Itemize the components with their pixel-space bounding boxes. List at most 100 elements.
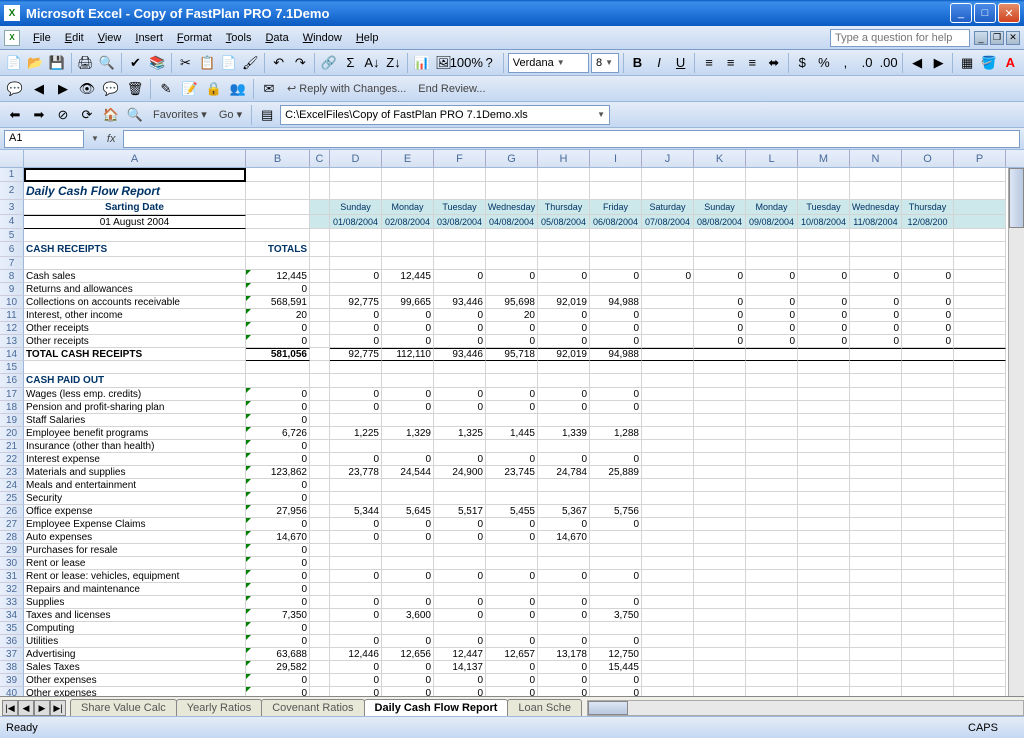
cell[interactable]: 1,445 <box>486 427 538 440</box>
cell[interactable] <box>746 648 798 661</box>
cell[interactable]: Sunday <box>330 200 382 215</box>
cell[interactable] <box>590 283 642 296</box>
chart-wizard-button[interactable]: 📊 <box>412 52 432 74</box>
cell[interactable]: 0 <box>330 635 382 648</box>
cell[interactable]: Sarting Date <box>24 200 246 215</box>
cell[interactable] <box>850 348 902 361</box>
cell[interactable] <box>798 518 850 531</box>
cell[interactable] <box>954 453 1006 466</box>
cell[interactable] <box>310 596 330 609</box>
cell[interactable] <box>642 229 694 242</box>
cell[interactable] <box>590 182 642 200</box>
cell[interactable] <box>382 583 434 596</box>
cell[interactable] <box>850 427 902 440</box>
cell[interactable] <box>746 479 798 492</box>
row-header[interactable]: 4 <box>0 215 24 229</box>
favorites-menu[interactable]: Favorites ▾ <box>148 108 212 121</box>
cell[interactable] <box>746 388 798 401</box>
cell[interactable]: Taxes and licenses <box>24 609 246 622</box>
mdi-close-button[interactable]: ✕ <box>1006 31 1020 45</box>
cell[interactable] <box>246 257 310 270</box>
cell[interactable]: 0 <box>246 583 310 596</box>
cell[interactable] <box>746 427 798 440</box>
cell[interactable] <box>954 518 1006 531</box>
cell[interactable]: 0 <box>694 335 746 348</box>
cell[interactable]: 0 <box>330 309 382 322</box>
cell[interactable]: 13,178 <box>538 648 590 661</box>
cell[interactable]: 95,698 <box>486 296 538 309</box>
cell[interactable] <box>382 257 434 270</box>
cell[interactable]: 12,657 <box>486 648 538 661</box>
go-menu[interactable]: Go ▾ <box>214 108 247 121</box>
cell[interactable] <box>590 229 642 242</box>
cell[interactable]: 0 <box>590 570 642 583</box>
cell[interactable]: 1,325 <box>434 427 486 440</box>
cell[interactable] <box>746 453 798 466</box>
row-header[interactable]: 40 <box>0 687 24 696</box>
end-review-button[interactable]: End Review... <box>413 83 490 95</box>
cell[interactable]: 0 <box>902 335 954 348</box>
cell[interactable]: Collections on accounts receivable <box>24 296 246 309</box>
cell[interactable] <box>746 687 798 696</box>
cell[interactable] <box>850 182 902 200</box>
cell[interactable] <box>954 596 1006 609</box>
cell[interactable] <box>798 635 850 648</box>
cell[interactable]: 0 <box>246 401 310 414</box>
cell[interactable] <box>330 557 382 570</box>
cell[interactable] <box>798 229 850 242</box>
cell[interactable] <box>902 583 954 596</box>
show-web-toolbar-button[interactable]: ▤ <box>256 104 278 126</box>
cell[interactable] <box>850 257 902 270</box>
undo-button[interactable]: ↶ <box>269 52 289 74</box>
cell[interactable]: 0 <box>590 401 642 414</box>
next-comment-button[interactable]: ▶ <box>52 78 74 100</box>
cell[interactable]: 0 <box>590 335 642 348</box>
cell[interactable] <box>642 466 694 479</box>
row-header[interactable]: 30 <box>0 557 24 570</box>
cell[interactable]: 0 <box>590 309 642 322</box>
cell[interactable] <box>850 440 902 453</box>
cell[interactable]: 27,956 <box>246 505 310 518</box>
cell[interactable]: Employee Expense Claims <box>24 518 246 531</box>
cell[interactable]: 04/08/2004 <box>486 215 538 229</box>
cell[interactable]: 24,544 <box>382 466 434 479</box>
refresh-button[interactable]: ⟳ <box>76 104 98 126</box>
row-header[interactable]: 24 <box>0 479 24 492</box>
menu-file[interactable]: File <box>26 30 58 46</box>
cell[interactable] <box>850 596 902 609</box>
cell[interactable]: 0 <box>246 388 310 401</box>
cell[interactable] <box>746 635 798 648</box>
cell[interactable]: 0 <box>434 635 486 648</box>
cell[interactable]: 0 <box>330 388 382 401</box>
cell[interactable] <box>642 309 694 322</box>
cell[interactable]: 0 <box>382 531 434 544</box>
track-changes-button[interactable]: 📝 <box>179 78 201 100</box>
redo-button[interactable]: ↷ <box>291 52 311 74</box>
cell[interactable]: 1,288 <box>590 427 642 440</box>
cell[interactable] <box>798 492 850 505</box>
cell[interactable] <box>538 374 590 388</box>
cell[interactable] <box>694 414 746 427</box>
new-comment-button[interactable]: 💬 <box>4 78 26 100</box>
cell[interactable] <box>310 479 330 492</box>
cell[interactable] <box>642 531 694 544</box>
row-header[interactable]: 14 <box>0 348 24 361</box>
tab-next-button[interactable]: ▶ <box>34 700 50 716</box>
row-header[interactable]: 17 <box>0 388 24 401</box>
row-header[interactable]: 25 <box>0 492 24 505</box>
address-input[interactable]: C:\ExcelFiles\Copy of FastPlan PRO 7.1De… <box>280 105 610 125</box>
cell[interactable] <box>642 518 694 531</box>
cell[interactable] <box>24 229 246 242</box>
cell[interactable]: TOTALS <box>246 242 310 257</box>
cell[interactable]: 5,756 <box>590 505 642 518</box>
cell[interactable] <box>246 200 310 215</box>
cell[interactable]: 12,446 <box>330 648 382 661</box>
cell[interactable] <box>310 492 330 505</box>
cell[interactable] <box>694 257 746 270</box>
cell[interactable] <box>642 414 694 427</box>
cell[interactable]: 3,600 <box>382 609 434 622</box>
cell[interactable] <box>850 557 902 570</box>
cell[interactable] <box>538 283 590 296</box>
cell[interactable]: 0 <box>902 309 954 322</box>
cell[interactable] <box>310 622 330 635</box>
